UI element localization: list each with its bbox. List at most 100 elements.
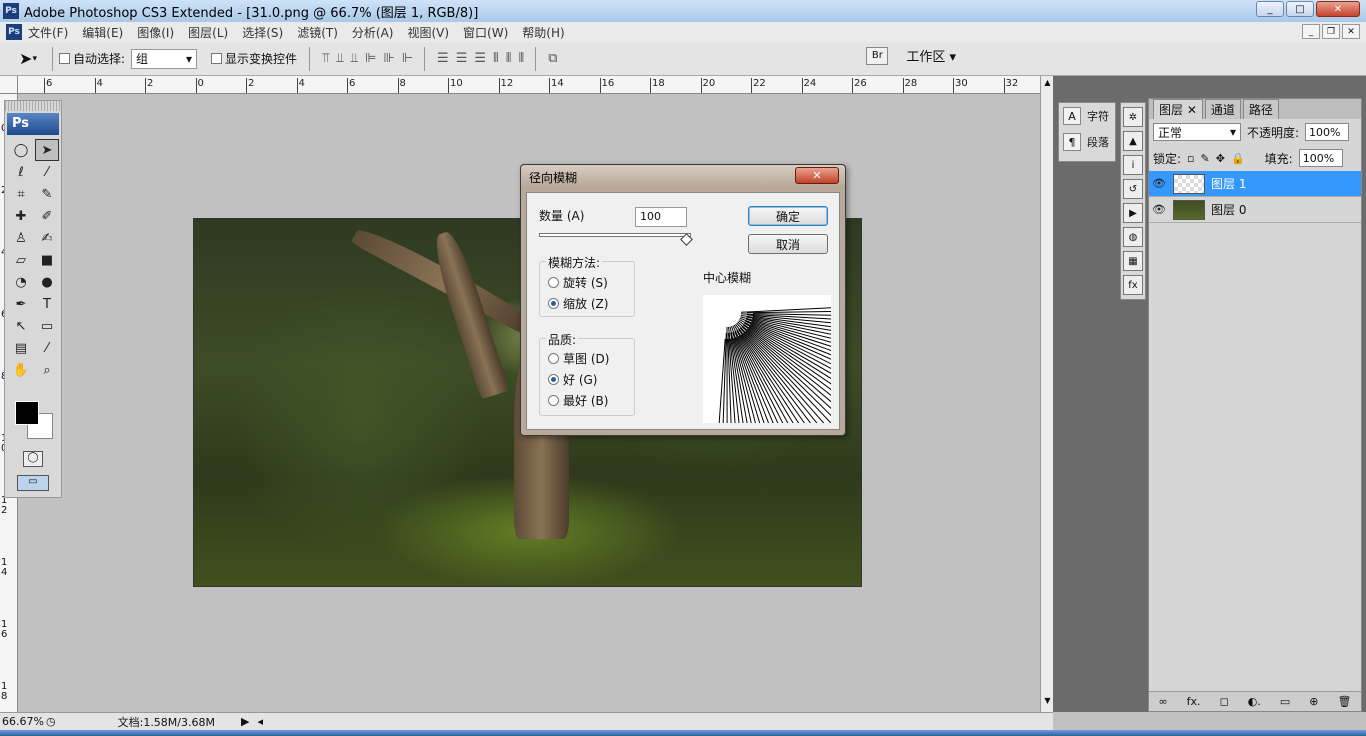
lock-transparency-icon[interactable]: ▫ (1187, 152, 1194, 165)
distribute-right-icon[interactable]: ⦀ (518, 51, 524, 66)
auto-align-icon[interactable]: ⧉ (548, 51, 557, 66)
quality-draft-radio[interactable]: 草图 (D) (548, 350, 609, 367)
menu-select[interactable]: 选择(S) (242, 24, 283, 41)
checkbox-box[interactable] (211, 53, 223, 64)
gradient-tool-icon[interactable]: ■ (35, 249, 59, 271)
tab-channels[interactable]: 通道 (1204, 99, 1241, 119)
radio-dot[interactable] (548, 353, 559, 364)
align-hcenter-icon[interactable]: ⊪ (383, 51, 394, 66)
navigator-icon[interactable]: ✲ (1123, 107, 1143, 127)
method-zoom-radio[interactable]: 缩放 (Z) (548, 295, 608, 312)
lock-pixels-icon[interactable]: ✎ (1201, 152, 1210, 165)
fill-field[interactable]: 100% (1298, 149, 1343, 167)
tab-layers[interactable]: 图层 ✕ (1153, 99, 1203, 119)
swatches-icon[interactable]: ▦ (1123, 251, 1143, 271)
amount-input[interactable]: 100 (635, 207, 687, 227)
ruler-corner[interactable] (0, 76, 18, 94)
menu-app-icon[interactable]: Ps (6, 24, 22, 40)
doc-close-button[interactable]: ✕ (1342, 24, 1360, 39)
radio-dot[interactable] (548, 298, 559, 309)
distribute-left-icon[interactable]: ⦀ (493, 51, 499, 66)
color-icon[interactable]: ◍ (1123, 227, 1143, 247)
opacity-field[interactable]: 100% (1305, 123, 1350, 141)
histogram-icon[interactable]: ▲ (1123, 131, 1143, 151)
styles-icon[interactable]: fx (1123, 275, 1143, 295)
layer-row[interactable]: 👁 图层 0 (1149, 197, 1361, 223)
new-layer-icon[interactable]: ⊕ (1309, 695, 1318, 708)
add-mask-icon[interactable]: ◻ (1220, 695, 1229, 708)
layer-style-icon[interactable]: fx. (1187, 695, 1201, 708)
doc-minimize-button[interactable]: _ (1302, 24, 1320, 39)
blur-tool-icon[interactable]: ◔ (9, 271, 33, 293)
menu-view[interactable]: 视图(V) (407, 24, 449, 41)
auto-align-button[interactable]: ⧉ (548, 51, 557, 66)
align-vcenter-icon[interactable]: ⫫ (336, 51, 343, 66)
brush-tool-icon[interactable]: ✐ (35, 205, 59, 227)
menu-help[interactable]: 帮助(H) (522, 24, 564, 41)
cancel-button[interactable]: 取消 (748, 234, 828, 254)
menu-edit[interactable]: 编辑(E) (82, 24, 123, 41)
horizontal-ruler[interactable]: 6 4 2 0 2 4 6 8 10 12 14 16 18 20 22 24 26 28 30 32 (18, 76, 1040, 94)
quality-best-radio[interactable]: 最好 (B) (548, 392, 608, 409)
minimize-button[interactable]: _ (1256, 1, 1284, 17)
actions-icon[interactable]: ▶ (1123, 203, 1143, 223)
blend-mode-dropdown[interactable]: 正常 ▾ (1153, 123, 1241, 141)
slice-tool-icon[interactable]: ✎ (35, 183, 59, 205)
pen-tool-icon[interactable]: ✒ (9, 293, 33, 315)
eye-icon[interactable]: 👁 (1149, 203, 1169, 216)
vertical-scrollbar[interactable]: ▲ ▼ (1040, 76, 1053, 712)
amount-slider[interactable] (539, 233, 691, 237)
doc-restore-button[interactable]: ❐ (1322, 24, 1340, 39)
shape-tool-icon[interactable]: ▭ (35, 315, 59, 337)
auto-select-dropdown[interactable]: 组 ▾ (131, 48, 198, 69)
align-left-icon[interactable]: ⊫ (365, 51, 376, 66)
notes-tool-icon[interactable]: ▤ (9, 337, 33, 359)
scroll-down-icon[interactable]: ▼ (1042, 696, 1053, 708)
eraser-tool-icon[interactable]: ▱ (9, 249, 33, 271)
ok-button[interactable]: 确定 (748, 206, 828, 226)
lock-position-icon[interactable]: ✥ (1216, 152, 1225, 165)
delete-layer-icon[interactable]: 🗑 (1337, 695, 1351, 708)
foreground-color-swatch[interactable] (15, 401, 39, 425)
dodge-tool-icon[interactable]: ● (35, 271, 59, 293)
align-bottom-icon[interactable]: ⫫ (351, 51, 358, 66)
status-menu-arrow-icon[interactable]: ▶ (241, 715, 249, 728)
bridge-icon[interactable]: Br (866, 46, 889, 65)
blur-center-preview[interactable] (703, 295, 831, 423)
show-transform-checkbox[interactable]: 显示变换控件 (211, 50, 297, 67)
quality-good-radio[interactable]: 好 (G) (548, 371, 597, 388)
magic-wand-tool-icon[interactable]: ⁄ (35, 161, 59, 183)
dialog-close-button[interactable]: ✕ (795, 167, 839, 184)
new-group-icon[interactable]: ▭ (1280, 695, 1290, 708)
auto-select-checkbox[interactable]: 自动选择: (59, 50, 125, 67)
menu-filter[interactable]: 滤镜(T) (297, 24, 338, 41)
eye-icon[interactable]: 👁 (1149, 177, 1169, 190)
scroll-left-icon[interactable]: ◂ (257, 715, 263, 728)
crop-tool-icon[interactable]: ⌗ (9, 183, 33, 205)
radio-dot[interactable] (548, 277, 559, 288)
clone-stamp-tool-icon[interactable]: ♙ (9, 227, 33, 249)
type-tool-icon[interactable]: T (35, 293, 59, 315)
menu-analysis[interactable]: 分析(A) (352, 24, 394, 41)
path-selection-tool-icon[interactable]: ↖ (9, 315, 33, 337)
character-panel-button[interactable]: A 字符 (1059, 103, 1115, 129)
zoom-level[interactable]: 66.67% (0, 715, 46, 728)
menu-image[interactable]: 图像(I) (137, 24, 174, 41)
history-icon[interactable]: ↺ (1123, 179, 1143, 199)
distribute-top-icon[interactable]: ☰ (437, 51, 449, 66)
checkbox-box[interactable] (59, 53, 70, 64)
method-spin-radio[interactable]: 旋转 (S) (548, 274, 608, 291)
adjustment-layer-icon[interactable]: ◐. (1248, 695, 1261, 708)
quick-mask-icon[interactable]: ◯ (23, 451, 43, 467)
close-window-button[interactable]: ✕ (1316, 1, 1360, 17)
maximize-button[interactable]: □ (1286, 1, 1314, 17)
history-brush-tool-icon[interactable]: ✍ (35, 227, 59, 249)
status-options-icon[interactable]: ◷ (46, 715, 56, 728)
lock-all-icon[interactable]: 🔒 (1231, 152, 1245, 165)
workspace-dropdown[interactable]: 工作区 ▾ (906, 46, 956, 65)
zoom-tool-icon[interactable]: ⌕ (35, 359, 59, 381)
align-right-icon[interactable]: ⊩ (402, 51, 413, 66)
scroll-up-icon[interactable]: ▲ (1042, 78, 1053, 90)
tab-paths[interactable]: 路径 (1242, 99, 1279, 119)
move-tool-preset-icon[interactable]: ➤ ▾ (10, 46, 46, 72)
